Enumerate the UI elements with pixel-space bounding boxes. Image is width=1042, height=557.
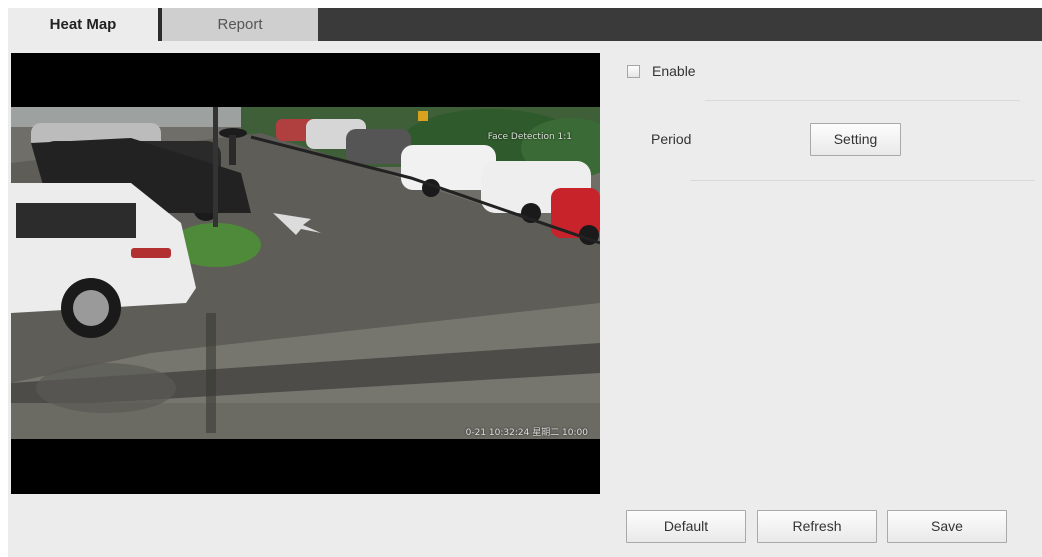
divider [705,100,1020,101]
osd-timestamp: 0-21 10:32:24 星期二 10:00 [465,428,588,438]
divider [690,180,1035,181]
tab-report[interactable]: Report [162,8,318,41]
enable-label: Enable [652,63,696,79]
tab-bar-background [318,8,1042,41]
osd-channel-title: Face Detection 1:1 [487,132,572,142]
save-button[interactable]: Save [887,510,1007,543]
enable-checkbox[interactable] [627,64,640,78]
refresh-button[interactable]: Refresh [757,510,877,543]
tab-heat-map[interactable]: Heat Map [8,8,158,41]
tab-bar: Heat Map Report [0,0,1042,41]
setting-button[interactable]: Setting [810,123,901,156]
enable-row: Enable [627,61,696,81]
video-preview: Face Detection 1:1 0-21 10:32:24 星期二 10:… [11,53,600,494]
period-label: Period [651,131,692,147]
default-button[interactable]: Default [626,510,746,543]
